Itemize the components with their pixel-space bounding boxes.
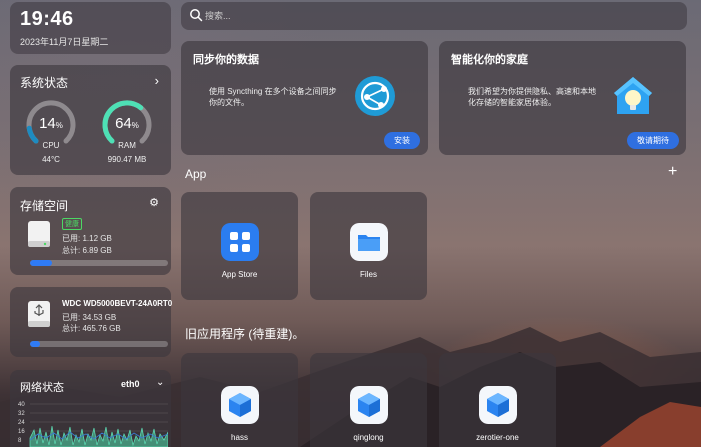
cpu-percent: 14% bbox=[39, 115, 63, 132]
health-badge: 健康 bbox=[62, 218, 82, 230]
clock-date: 2023年11月7日星期二 bbox=[20, 37, 109, 47]
app-label: qinglong bbox=[353, 433, 384, 442]
add-app-plus-icon[interactable]: + bbox=[668, 163, 677, 181]
clock-time: 19:46 bbox=[20, 8, 74, 30]
usb-drive-icon bbox=[28, 301, 50, 327]
system-status-title: 系统状态 bbox=[20, 76, 69, 90]
storage-total: 总计: 6.89 GB bbox=[62, 246, 112, 255]
app-tile-files[interactable]: Files bbox=[310, 192, 427, 300]
tick-label: 24 bbox=[18, 420, 25, 426]
smart-home-card: 智能化你的家庭 我们希望为你提供隐私、高速和本地化存储的智能家居体验。 敬请期待 bbox=[439, 41, 686, 155]
ram-percent: 64% bbox=[115, 115, 139, 132]
tick-label: 32 bbox=[18, 411, 25, 417]
system-status-widget[interactable]: 系统状态 › 14% CPU 44°C 64% RAM 990.47 MB bbox=[10, 65, 171, 175]
app-tile-hass[interactable]: hass bbox=[181, 353, 298, 447]
app-label: Files bbox=[360, 270, 377, 279]
app-label: zerotier-one bbox=[476, 433, 519, 442]
storage-widget[interactable]: 存储空间 ⚙ 健康 已用: 1.12 GB 总计: 6.89 GB bbox=[10, 187, 171, 275]
folder-icon bbox=[350, 223, 388, 261]
chevron-right-icon[interactable]: › bbox=[155, 73, 159, 88]
ram-usage: 990.47 MB bbox=[107, 155, 147, 164]
search-icon bbox=[190, 9, 203, 22]
network-traffic-chart: 40 32 24 16 8 bbox=[18, 402, 168, 447]
cpu-label: CPU bbox=[42, 141, 60, 150]
syncthing-icon bbox=[355, 76, 395, 116]
install-button[interactable]: 安装 bbox=[384, 132, 420, 149]
disk-usage-bar bbox=[30, 341, 168, 347]
interface-select[interactable]: eth0 bbox=[121, 379, 140, 389]
cpu-temperature: 44°C bbox=[42, 155, 60, 164]
chevron-down-icon[interactable]: ⌄ bbox=[156, 377, 164, 388]
ram-label: RAM bbox=[118, 141, 136, 150]
storage-title: 存储空间 bbox=[20, 199, 69, 213]
cube-icon bbox=[350, 386, 388, 424]
app-label: App Store bbox=[221, 270, 258, 279]
smart-home-icon bbox=[614, 77, 652, 114]
search-bar[interactable] bbox=[181, 2, 687, 30]
storage-used: 已用: 1.12 GB bbox=[62, 234, 112, 243]
storage-usage-bar bbox=[30, 260, 168, 266]
disk-name: WDC WD5000BEVT-24A0RT0 bbox=[62, 299, 173, 308]
network-widget[interactable]: 网络状态 eth0 ⌄ 40 32 24 16 8 bbox=[10, 370, 171, 447]
disk-used: 已用: 34.53 GB bbox=[62, 313, 117, 322]
app-tile-zerotier-one[interactable]: zerotier-one bbox=[439, 353, 556, 447]
sync-card: 同步你的数据 使用 Syncthing 在多个设备之间同步你的文件。 安装 bbox=[181, 41, 428, 155]
disk-total: 总计: 465.76 GB bbox=[62, 324, 121, 333]
app-tile-app-store[interactable]: App Store bbox=[181, 192, 298, 300]
cube-icon bbox=[479, 386, 517, 424]
clock-widget: 19:46 2023年11月7日星期二 bbox=[10, 2, 171, 54]
legacy-apps-section-title: 旧应用程序 (待重建)。 bbox=[185, 327, 305, 341]
network-title: 网络状态 bbox=[20, 382, 64, 394]
gear-icon[interactable]: ⚙ bbox=[149, 196, 159, 209]
smart-home-card-title: 智能化你的家庭 bbox=[451, 54, 528, 66]
external-disk-widget[interactable]: WDC WD5000BEVT-24A0RT0 已用: 34.53 GB 总计: … bbox=[10, 287, 173, 357]
sync-card-title: 同步你的数据 bbox=[193, 54, 259, 66]
sync-card-description: 使用 Syncthing 在多个设备之间同步你的文件。 bbox=[209, 87, 337, 107]
app-label: hass bbox=[231, 433, 248, 442]
disk-icon bbox=[28, 221, 50, 247]
search-input[interactable] bbox=[205, 8, 665, 24]
app-store-icon bbox=[221, 223, 259, 261]
app-tile-qinglong[interactable]: qinglong bbox=[310, 353, 427, 447]
cube-icon bbox=[221, 386, 259, 424]
apps-section-title: App bbox=[185, 167, 207, 181]
tick-label: 16 bbox=[18, 429, 25, 435]
tick-label: 40 bbox=[18, 402, 25, 408]
smart-home-card-description: 我们希望为你提供隐私、高速和本地化存储的智能家居体验。 bbox=[468, 87, 596, 107]
coming-soon-button[interactable]: 敬请期待 bbox=[627, 132, 679, 149]
tick-label: 8 bbox=[18, 438, 22, 444]
